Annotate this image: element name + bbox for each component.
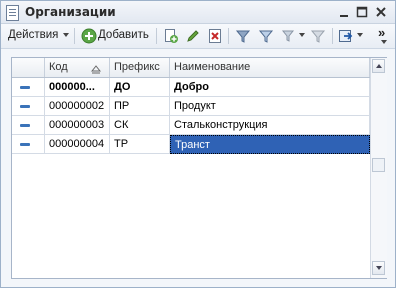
separator <box>332 28 333 44</box>
separator <box>74 28 75 44</box>
cell-code[interactable]: 000000002 <box>45 97 110 116</box>
cell-prefix[interactable]: ТР <box>110 135 170 154</box>
chevron-down-icon[interactable] <box>357 33 363 37</box>
header-code-label: Код <box>49 61 68 73</box>
cell-code[interactable]: 000000... <box>45 78 110 97</box>
title-bar: Организации <box>1 1 395 24</box>
header-code[interactable]: Код <box>45 58 110 77</box>
organizations-table: Код Префикс Наименование 000000... ДО До… <box>11 57 387 279</box>
actions-menu-button[interactable]: Действия <box>8 29 58 41</box>
minimize-icon[interactable] <box>336 4 352 20</box>
add-icon[interactable] <box>81 28 97 44</box>
table-row[interactable]: 000000002 ПР Продукт <box>12 97 370 116</box>
add-button[interactable]: Добавить <box>98 29 149 41</box>
cell-name[interactable]: Стальконструкция <box>170 116 370 135</box>
scroll-up-button[interactable] <box>372 59 385 73</box>
window: Организации Действия Добавить » Код Преф… <box>0 0 396 288</box>
row-marker <box>12 78 45 97</box>
header-prefix[interactable]: Префикс <box>110 58 170 77</box>
window-title: Организации <box>25 5 116 19</box>
separator <box>228 28 229 44</box>
cell-name[interactable]: Добро <box>170 78 370 97</box>
item-marker-icon <box>20 105 30 108</box>
cell-prefix[interactable]: ПР <box>110 97 170 116</box>
header-marker-column <box>12 58 45 77</box>
cell-name-selected[interactable]: Транст <box>170 135 370 154</box>
chevron-down-icon[interactable] <box>299 33 305 37</box>
chevron-down-icon[interactable] <box>63 33 69 37</box>
cell-prefix[interactable]: СК <box>110 116 170 135</box>
cell-name[interactable]: Продукт <box>170 97 370 116</box>
table-row[interactable]: 000000004 ТР Транст <box>12 135 370 154</box>
header-name[interactable]: Наименование <box>170 58 370 77</box>
table-header: Код Префикс Наименование <box>12 58 370 78</box>
copy-icon[interactable] <box>163 28 179 44</box>
delete-icon[interactable] <box>207 28 223 44</box>
item-marker-icon <box>20 86 30 89</box>
toolbar: Действия Добавить » <box>1 24 395 49</box>
separator <box>156 28 157 44</box>
filter-list-icon[interactable] <box>281 28 297 44</box>
scroll-thumb[interactable] <box>372 158 385 172</box>
navigate-icon[interactable] <box>338 28 354 44</box>
maximize-icon[interactable] <box>354 4 370 20</box>
toolbar-overflow-button[interactable]: » <box>378 25 385 40</box>
row-marker <box>12 97 45 116</box>
row-marker <box>12 135 45 154</box>
table-row[interactable]: 000000003 СК Стальконструкция <box>12 116 370 135</box>
document-icon <box>6 5 19 21</box>
cell-code[interactable]: 000000003 <box>45 116 110 135</box>
scroll-down-button[interactable] <box>372 261 385 275</box>
item-marker-icon <box>20 143 30 146</box>
cell-prefix[interactable]: ДО <box>110 78 170 97</box>
row-marker <box>12 116 45 135</box>
filter-sort-icon[interactable] <box>235 28 251 44</box>
edit-icon[interactable] <box>185 28 201 44</box>
cell-code[interactable]: 000000004 <box>45 135 110 154</box>
filter-icon[interactable] <box>258 28 274 44</box>
close-icon[interactable] <box>373 4 389 20</box>
chevron-down-icon[interactable] <box>381 40 387 44</box>
vertical-scrollbar[interactable] <box>370 58 387 278</box>
item-marker-icon <box>20 124 30 127</box>
table-row[interactable]: 000000... ДО Добро <box>12 78 370 97</box>
clear-filter-icon[interactable] <box>310 28 326 44</box>
